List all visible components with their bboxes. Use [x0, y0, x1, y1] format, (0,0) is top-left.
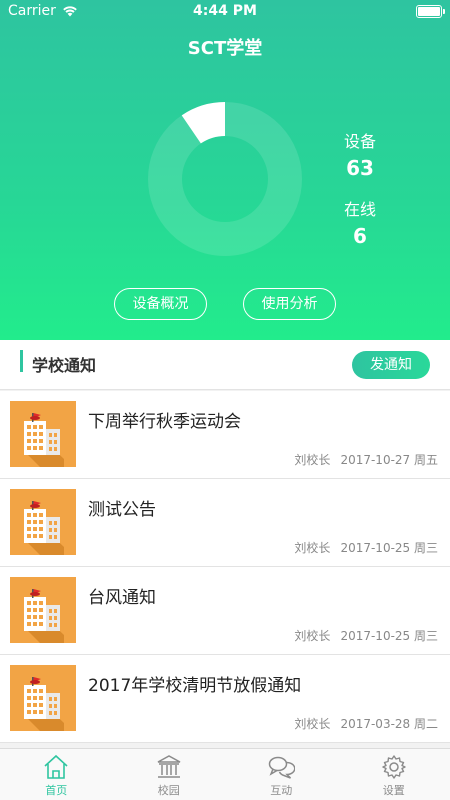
building-icon [10, 577, 76, 643]
list-item[interactable]: 下周举行秋季运动会 刘校长 2017-10-27 周五 [0, 391, 450, 479]
notice-author: 刘校长 [294, 453, 331, 467]
notice-date: 2017-10-25 周三 [340, 629, 438, 643]
home-icon [44, 754, 68, 779]
tab-settings[interactable]: 设置 [338, 749, 450, 800]
building-icon [10, 489, 76, 555]
notice-meta: 刘校长 2017-03-28 周二 [294, 715, 438, 732]
online-stat: 在线 6 [330, 196, 390, 248]
send-notice-button[interactable]: 发通知 [352, 351, 430, 379]
usage-analysis-button[interactable]: 使用分析 [243, 288, 336, 320]
status-bar: Carrier 4:44 PM [0, 0, 450, 24]
building-icon [10, 665, 76, 731]
hero-panel: Carrier 4:44 PM SCT学堂 设备 63 在线 6 设备概况 使用… [0, 0, 450, 340]
devices-stat: 设备 63 [330, 128, 390, 180]
tab-campus[interactable]: 校园 [113, 749, 226, 800]
tab-interaction[interactable]: 互动 [225, 749, 338, 800]
devices-label: 设备 [343, 132, 376, 151]
section-title: 学校通知 [32, 356, 97, 375]
list-item[interactable]: 测试公告 刘校长 2017-10-25 周三 [0, 479, 450, 567]
tab-home[interactable]: 首页 [0, 749, 113, 800]
building-icon [10, 401, 76, 467]
status-time: 4:44 PM [193, 3, 257, 19]
notice-date: 2017-03-28 周二 [340, 717, 438, 731]
bottom-tab-bar: 首页 校园 互动 设置 [0, 748, 450, 800]
notice-title: 下周举行秋季运动会 [88, 412, 241, 432]
section-accent-bar [20, 350, 23, 372]
campus-building-icon [157, 755, 181, 778]
list-item[interactable]: 台风通知 刘校长 2017-10-25 周三 [0, 567, 450, 655]
notice-list: 下周举行秋季运动会 刘校长 2017-10-27 周五 测试公告 刘校长 201… [0, 391, 450, 745]
notice-title: 测试公告 [88, 500, 156, 520]
notice-title: 2017年学校清明节放假通知 [88, 676, 302, 696]
notice-meta: 刘校长 2017-10-27 周五 [294, 451, 438, 468]
tab-settings-label: 设置 [382, 784, 405, 797]
online-label: 在线 [343, 200, 376, 219]
notice-section-header: 学校通知 发通知 [0, 340, 450, 390]
tab-campus-label: 校园 [157, 784, 180, 797]
devices-count: 63 [346, 156, 374, 180]
notice-date: 2017-10-27 周五 [340, 453, 438, 467]
gear-icon [382, 755, 406, 779]
online-count: 6 [353, 224, 367, 248]
notice-author: 刘校长 [294, 717, 331, 731]
list-item[interactable]: 2017年学校清明节放假通知 刘校长 2017-03-28 周二 [0, 655, 450, 743]
device-overview-button[interactable]: 设备概况 [114, 288, 207, 320]
notice-author: 刘校长 [294, 541, 331, 555]
notice-title: 台风通知 [88, 588, 156, 608]
chat-bubbles-icon [269, 756, 296, 779]
battery-icon [416, 5, 445, 18]
notice-author: 刘校长 [294, 629, 331, 643]
notice-date: 2017-10-25 周三 [340, 541, 438, 555]
notice-meta: 刘校长 2017-10-25 周三 [294, 627, 438, 644]
tab-interaction-label: 互动 [270, 784, 293, 797]
page-title: SCT学堂 [187, 38, 263, 59]
online-ratio-donut [148, 102, 302, 256]
tab-home-label: 首页 [45, 784, 68, 797]
notice-meta: 刘校长 2017-10-25 周三 [294, 539, 438, 556]
